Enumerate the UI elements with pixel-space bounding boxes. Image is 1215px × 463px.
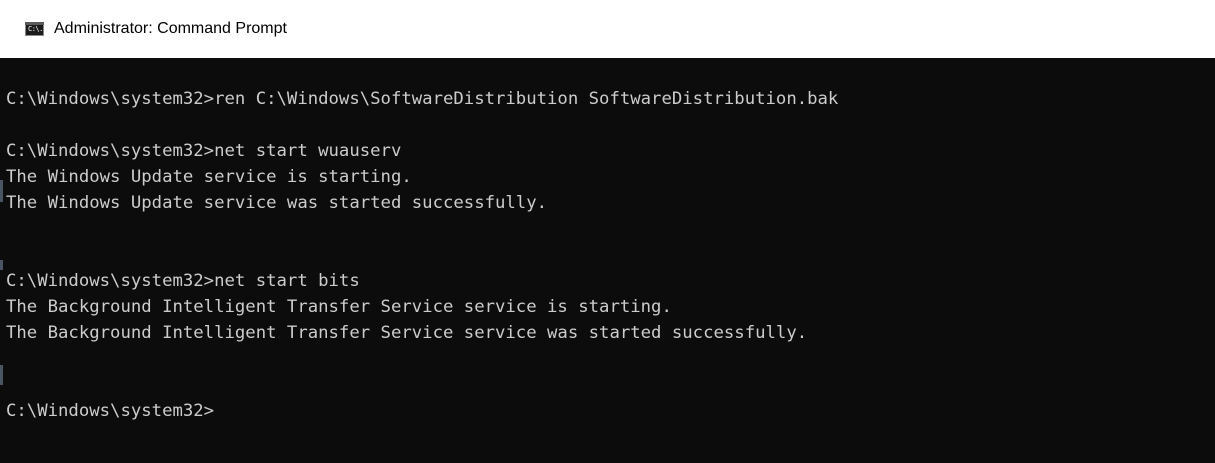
console-line-bits-starting: The Background Intelligent Transfer Serv… [6,297,672,317]
command-prompt-icon[interactable]: C:\. [25,22,44,36]
console-line-wuauserv-starting: The Windows Update service is starting. [6,167,412,187]
console-line-net-start-wuauserv: C:\Windows\system32>net start wuauserv [6,141,402,161]
left-edge-mark [0,260,3,270]
console-output[interactable]: C:\Windows\system32>ren C:\Windows\Softw… [0,58,1215,463]
console-line-net-start-bits: C:\Windows\system32>net start bits [6,271,360,291]
window-title: Administrator: Command Prompt [54,20,287,37]
console-line-bits-started: The Background Intelligent Transfer Serv… [6,323,808,343]
console-prompt-line[interactable]: C:\Windows\system32> [6,398,1215,424]
left-edge-mark [0,365,3,385]
command-prompt-window[interactable]: C:\. Administrator: Command Prompt C:\Wi… [0,0,1215,463]
title-bar[interactable]: C:\. Administrator: Command Prompt [0,0,1215,58]
left-edge-mark [0,180,3,202]
console-line-wuauserv-started: The Windows Update service was started s… [6,193,548,213]
console-line-ren-command: C:\Windows\system32>ren C:\Windows\Softw… [6,89,839,109]
